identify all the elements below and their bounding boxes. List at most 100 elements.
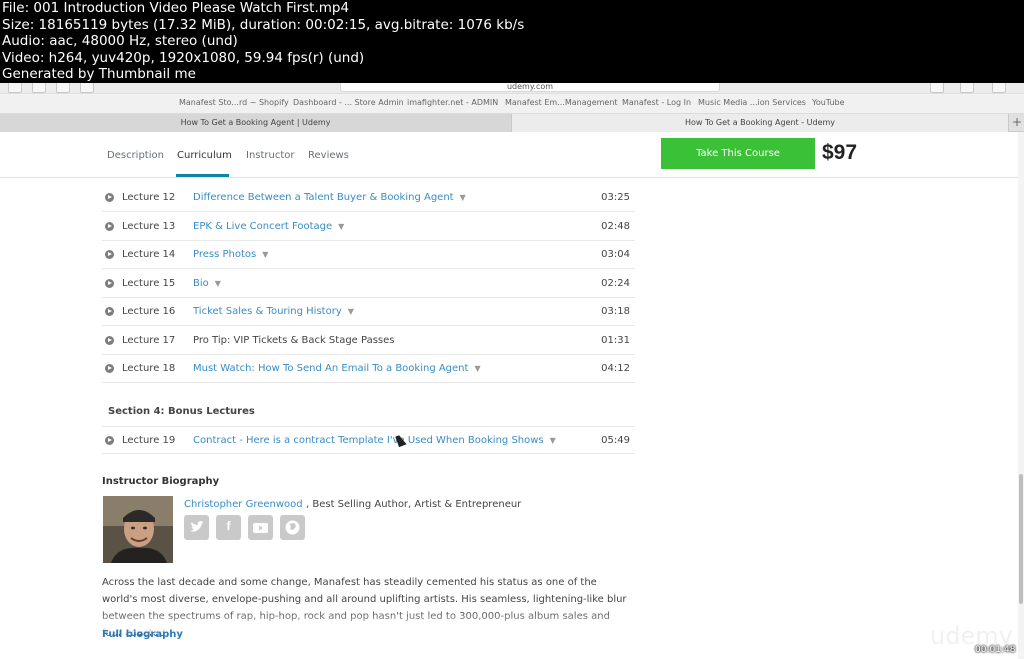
lecture-row[interactable]: Lecture 12 Difference Between a Talent B… xyxy=(102,184,635,212)
instructor-avatar xyxy=(103,496,173,563)
lecture-duration: 01:31 xyxy=(601,335,630,346)
tab-instructor[interactable]: Instructor xyxy=(246,150,295,161)
instructor-name-link[interactable]: Christopher Greenwood xyxy=(184,499,303,510)
tab-curriculum[interactable]: Curriculum xyxy=(177,150,232,161)
twitter-icon[interactable] xyxy=(184,515,209,540)
lecture-duration: 04:12 xyxy=(601,363,630,374)
close-window-button[interactable] xyxy=(8,83,22,93)
sidebar-button[interactable] xyxy=(80,83,94,93)
file-info-line: File: 001 Introduction Video Please Watc… xyxy=(2,0,350,16)
website-icon[interactable] xyxy=(280,515,305,540)
video-timestamp: 00:01:48 xyxy=(975,645,1016,655)
lecture-title[interactable]: EPK & Live Concert Footage xyxy=(193,221,332,232)
play-icon xyxy=(105,436,114,445)
lecture-number: Lecture 15 xyxy=(122,278,176,289)
lecture-title[interactable]: Contract - Here is a contract Template I… xyxy=(193,435,544,446)
browser-tab[interactable]: How To Get a Booking Agent | Udemy xyxy=(0,114,512,132)
play-icon xyxy=(105,364,114,373)
lecture-duration: 03:18 xyxy=(601,306,630,317)
bookmark-item[interactable]: Manafest Sto...rd ~ Shopify xyxy=(179,98,289,107)
play-icon xyxy=(105,222,114,231)
new-tab-button[interactable]: + xyxy=(1010,114,1024,132)
scrollbar-thumb[interactable] xyxy=(1019,474,1023,604)
tab-description[interactable]: Description xyxy=(107,150,164,161)
lecture-title-link[interactable]: EPK & Live Concert Footage ▼ xyxy=(193,221,344,232)
course-subnav: Description Curriculum Instructor Review… xyxy=(0,132,1018,178)
url-field[interactable]: udemy.com xyxy=(340,83,720,92)
bookmark-item[interactable]: Manafest Em...Management xyxy=(505,98,618,107)
lecture-duration: 02:48 xyxy=(601,221,630,232)
tab-reviews[interactable]: Reviews xyxy=(308,150,349,161)
lecture-row[interactable]: Lecture 13 EPK & Live Concert Footage ▼ 0… xyxy=(102,213,635,241)
lecture-title-link[interactable]: Must Watch: How To Send An Email To a Bo… xyxy=(193,363,481,374)
lecture-duration: 03:25 xyxy=(601,192,630,203)
lecture-duration: 02:24 xyxy=(601,278,630,289)
lecture-title-link[interactable]: Contract - Here is a contract Template I… xyxy=(193,435,556,446)
lecture-number: Lecture 19 xyxy=(122,435,176,446)
facebook-icon[interactable]: f xyxy=(216,515,241,540)
forward-button[interactable] xyxy=(56,83,70,93)
share-button[interactable] xyxy=(930,83,944,93)
lecture-number: Lecture 14 xyxy=(122,249,176,260)
lecture-title[interactable]: Difference Between a Talent Buyer & Book… xyxy=(193,192,454,203)
lecture-row[interactable]: Lecture 15 Bio ▼ 02:24 xyxy=(102,270,635,298)
lecture-title[interactable]: Bio xyxy=(193,278,209,289)
browser-chrome: udemy.com Manafest Sto...rd ~ Shopify Da… xyxy=(0,83,1024,132)
chevron-down-icon[interactable]: ▼ xyxy=(348,307,354,316)
instructor-description: , Best Selling Author, Artist & Entrepre… xyxy=(306,499,522,510)
lecture-number: Lecture 16 xyxy=(122,306,176,317)
lecture-title-link[interactable]: Difference Between a Talent Buyer & Book… xyxy=(193,192,466,203)
chevron-down-icon[interactable]: ▼ xyxy=(474,364,480,373)
course-price: $97 xyxy=(822,141,858,164)
file-info-line: Generated by Thumbnail me xyxy=(2,66,196,83)
downloads-button[interactable] xyxy=(992,83,1006,93)
lecture-row[interactable]: Lecture 14 Press Photos ▼ 03:04 xyxy=(102,241,635,269)
lecture-number: Lecture 17 xyxy=(122,335,176,346)
lecture-row[interactable]: Lecture 16 Ticket Sales & Touring Histor… xyxy=(102,298,635,326)
chevron-down-icon[interactable]: ▼ xyxy=(460,193,466,202)
lecture-row[interactable]: Lecture 17 Pro Tip: VIP Tickets & Back S… xyxy=(102,327,635,355)
browser-tab-strip: How To Get a Booking Agent | Udemy How T… xyxy=(0,114,1024,132)
lecture-row[interactable]: Lecture 19 Contract - Here is a contract… xyxy=(102,426,635,454)
bookmark-item[interactable]: Dashboard - ... Store Admin xyxy=(293,98,404,107)
browser-tab-active[interactable]: How To Get a Booking Agent - Udemy xyxy=(512,114,1009,132)
lecture-title-link[interactable]: Press Photos ▼ xyxy=(193,249,268,260)
instructor-biography-heading: Instructor Biography xyxy=(102,476,220,487)
chevron-down-icon[interactable]: ▼ xyxy=(262,250,268,259)
course-page: Description Curriculum Instructor Review… xyxy=(0,132,1018,659)
play-icon xyxy=(105,250,114,259)
lecture-title[interactable]: Press Photos xyxy=(193,249,256,260)
bookmark-item[interactable]: imafighter.net - ADMIN xyxy=(407,98,498,107)
lecture-title: Pro Tip: VIP Tickets & Back Stage Passes xyxy=(193,335,395,346)
chevron-down-icon[interactable]: ▼ xyxy=(215,279,221,288)
bookmark-item[interactable]: Music Media ...ion Services xyxy=(698,98,806,107)
play-icon xyxy=(105,193,114,202)
back-button[interactable] xyxy=(32,83,46,93)
instructor-photo xyxy=(103,496,173,563)
take-this-course-button[interactable]: Take This Course xyxy=(661,138,815,169)
thumbnail-info-overlay: File: 001 Introduction Video Please Watc… xyxy=(0,0,1024,83)
file-info-line: Size: 18165119 bytes (17.32 MiB), durati… xyxy=(2,16,525,33)
full-biography-link[interactable]: Full biography xyxy=(102,629,183,640)
lecture-number: Lecture 13 xyxy=(122,221,176,232)
play-icon xyxy=(105,279,114,288)
chevron-down-icon[interactable]: ▼ xyxy=(338,222,344,231)
bookmarks-bar: Manafest Sto...rd ~ Shopify Dashboard - … xyxy=(0,95,1024,114)
lecture-title-link[interactable]: Ticket Sales & Touring History ▼ xyxy=(193,306,354,317)
lecture-duration: 03:04 xyxy=(601,249,630,260)
play-icon xyxy=(105,307,114,316)
active-tab-indicator xyxy=(176,174,229,177)
browser-toolbar: udemy.com xyxy=(0,83,1024,94)
lecture-title-link[interactable]: Bio ▼ xyxy=(193,278,221,289)
lecture-row[interactable]: Lecture 18 Must Watch: How To Send An Em… xyxy=(102,355,635,383)
lecture-title[interactable]: Must Watch: How To Send An Email To a Bo… xyxy=(193,363,468,374)
bookmark-item[interactable]: Manafest - Log In xyxy=(622,98,691,107)
lecture-duration: 05:49 xyxy=(601,435,630,446)
tabs-overview-button[interactable] xyxy=(960,83,974,93)
bookmark-item[interactable]: YouTube xyxy=(812,98,845,107)
file-info-line: Video: h264, yuv420p, 1920x1080, 59.94 f… xyxy=(2,49,365,66)
chevron-down-icon[interactable]: ▼ xyxy=(550,436,556,445)
section-title: Section 4: Bonus Lectures xyxy=(108,406,255,417)
lecture-title[interactable]: Ticket Sales & Touring History xyxy=(193,306,342,317)
youtube-icon[interactable] xyxy=(248,515,273,540)
